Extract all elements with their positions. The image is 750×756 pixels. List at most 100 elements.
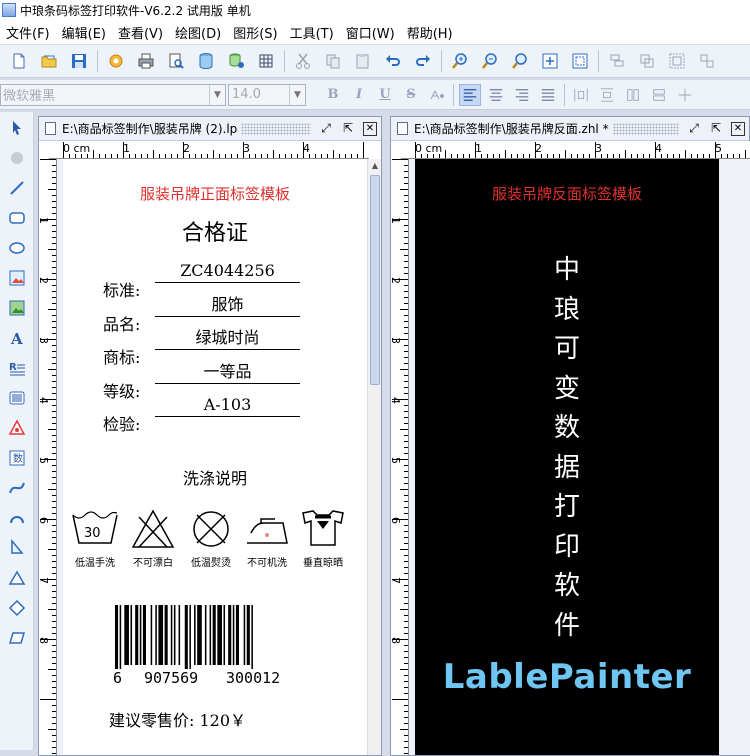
brand-logo-text[interactable]: LablePainter (415, 657, 719, 697)
pan-icon[interactable] (5, 146, 29, 170)
same-size-icon[interactable] (674, 84, 696, 106)
field-product-name[interactable]: 品名: 服饰 (103, 295, 300, 335)
suggested-price[interactable]: 建议零售价: 120￥ (109, 707, 246, 731)
menu-window[interactable]: 窗口(W) (340, 23, 401, 42)
barcode[interactable]: 6 907569 300012 (111, 605, 301, 687)
distribute-h-icon[interactable] (570, 84, 592, 106)
care-item[interactable]: 垂直晾晒 (295, 507, 351, 569)
care-item[interactable]: 不可机洗 (239, 507, 295, 569)
field-trademark[interactable]: 商标: 绿城时尚 (103, 328, 300, 368)
settings-icon[interactable] (105, 50, 127, 72)
font-size-select[interactable]: 14.0 ▼ (228, 83, 306, 106)
restore-icon[interactable]: ⤢ (319, 121, 333, 136)
chevron-down-icon[interactable]: ▼ (209, 84, 225, 105)
scroll-thumb[interactable] (370, 175, 380, 385)
chevron-down-icon[interactable]: ▼ (289, 84, 305, 105)
rounded-rect-icon[interactable] (5, 206, 29, 230)
restore-icon[interactable]: ⤢ (687, 121, 701, 136)
ungroup-icon[interactable] (696, 50, 718, 72)
maximize-icon[interactable]: ⇱ (709, 121, 723, 136)
new-icon[interactable] (8, 50, 30, 72)
close-icon[interactable]: ✕ (363, 121, 377, 136)
align-left-text-icon[interactable] (459, 83, 481, 106)
same-height-icon[interactable] (648, 84, 670, 106)
copy-icon[interactable] (322, 50, 344, 72)
zoom-fit-icon[interactable] (509, 50, 531, 72)
vertical-text[interactable]: 中 琅 可 变 数 据 打 印 软 件 (547, 251, 587, 646)
care-item[interactable]: 不可漂白 (125, 507, 181, 569)
undo-icon[interactable] (382, 50, 404, 72)
justify-text-icon[interactable] (537, 84, 559, 106)
picture-icon[interactable] (5, 296, 29, 320)
align-left-icon[interactable] (606, 50, 628, 72)
qrcode-icon[interactable] (5, 416, 29, 440)
zoom-page-icon[interactable] (539, 50, 561, 72)
document-tab-back[interactable]: E:\商品标签制作\服装吊牌反面.zhl * ⤢ ⇱ ✕ (391, 117, 749, 141)
pointer-icon[interactable] (5, 116, 29, 140)
rich-text-icon[interactable]: R (5, 356, 29, 380)
paste-icon[interactable] (352, 50, 374, 72)
ellipse-icon[interactable] (5, 236, 29, 260)
menu-edit[interactable]: 编辑(E) (56, 23, 112, 42)
align-right-icon[interactable] (636, 50, 658, 72)
curve-icon[interactable] (5, 476, 29, 500)
menu-file[interactable]: 文件(F) (0, 23, 56, 42)
care-item[interactable]: 低温熨烫 (183, 507, 239, 569)
arc-icon[interactable] (5, 506, 29, 530)
document-tab-front[interactable]: E:\商品标签制作\服装吊牌 (2).lp ⤢ ⇱ ✕ (39, 117, 381, 141)
open-icon[interactable] (38, 50, 60, 72)
serial-icon[interactable]: 数 (5, 446, 29, 470)
database-link-icon[interactable] (225, 50, 247, 72)
menu-help[interactable]: 帮助(H) (401, 23, 459, 42)
design-canvas[interactable]: 服装吊牌正面标签模板 合格证 标准: ZC4044256 品名: 服饰 商标: … (57, 159, 367, 755)
label-paper-front[interactable]: 服装吊牌正面标签模板 合格证 标准: ZC4044256 品名: 服饰 商标: … (63, 159, 367, 755)
redo-icon[interactable] (412, 50, 434, 72)
text-effect-icon[interactable] (426, 84, 448, 106)
wash-instructions-title[interactable]: 洗涤说明 (63, 465, 367, 489)
maximize-icon[interactable]: ⇱ (341, 121, 355, 136)
vertical-scrollbar[interactable]: ▲ (367, 159, 381, 755)
database-icon[interactable] (195, 50, 217, 72)
design-canvas[interactable]: 服装吊牌反面标签模板 中 琅 可 变 数 据 打 印 软 件 LablePain… (409, 159, 750, 755)
distribute-v-icon[interactable] (596, 84, 618, 106)
grid-icon[interactable] (255, 50, 277, 72)
menu-draw[interactable]: 绘图(D) (169, 23, 227, 42)
bold-button[interactable]: B (322, 84, 344, 106)
font-name-select[interactable]: 微软雅黑 ▼ (0, 83, 226, 106)
text-icon[interactable]: A (5, 326, 29, 350)
strikethrough-button[interactable]: S (400, 84, 422, 106)
align-center-text-icon[interactable] (485, 84, 507, 106)
same-width-icon[interactable] (622, 84, 644, 106)
triangle-icon[interactable] (5, 566, 29, 590)
field-inspection[interactable]: 检验: A-103 (103, 395, 300, 435)
label-template-title[interactable]: 服装吊牌正面标签模板 (63, 183, 367, 204)
zoom-out-icon[interactable] (479, 50, 501, 72)
image-icon[interactable] (5, 266, 29, 290)
menu-tools[interactable]: 工具(T) (284, 23, 340, 42)
diamond-icon[interactable] (5, 596, 29, 620)
line-icon[interactable] (5, 176, 29, 200)
menu-view[interactable]: 查看(V) (112, 23, 169, 42)
certificate-heading[interactable]: 合格证 (63, 215, 367, 247)
menu-shape[interactable]: 图形(S) (227, 23, 283, 42)
label-template-title[interactable]: 服装吊牌反面标签模板 (415, 183, 719, 204)
print-icon[interactable] (135, 50, 157, 72)
save-icon[interactable] (68, 50, 90, 72)
barcode-icon[interactable] (5, 386, 29, 410)
care-item[interactable]: 30 低温手洗 (67, 507, 123, 569)
label-paper-back[interactable]: 服装吊牌反面标签模板 中 琅 可 变 数 据 打 印 软 件 LablePain… (415, 159, 719, 755)
underline-button[interactable]: U (374, 84, 396, 106)
select-all-icon[interactable] (569, 50, 591, 72)
print-preview-icon[interactable] (165, 50, 187, 72)
field-grade[interactable]: 等级: 一等品 (103, 362, 300, 402)
parallelogram-icon[interactable] (5, 626, 29, 650)
group-icon[interactable] (666, 50, 688, 72)
italic-button[interactable]: I (348, 84, 370, 106)
field-standard[interactable]: 标准: ZC4044256 (103, 261, 300, 301)
polyline-icon[interactable] (5, 536, 29, 560)
cut-icon[interactable] (292, 50, 314, 72)
scroll-up-icon[interactable]: ▲ (368, 159, 382, 173)
zoom-in-icon[interactable] (449, 50, 471, 72)
align-right-text-icon[interactable] (511, 84, 533, 106)
close-icon[interactable]: ✕ (731, 121, 745, 136)
